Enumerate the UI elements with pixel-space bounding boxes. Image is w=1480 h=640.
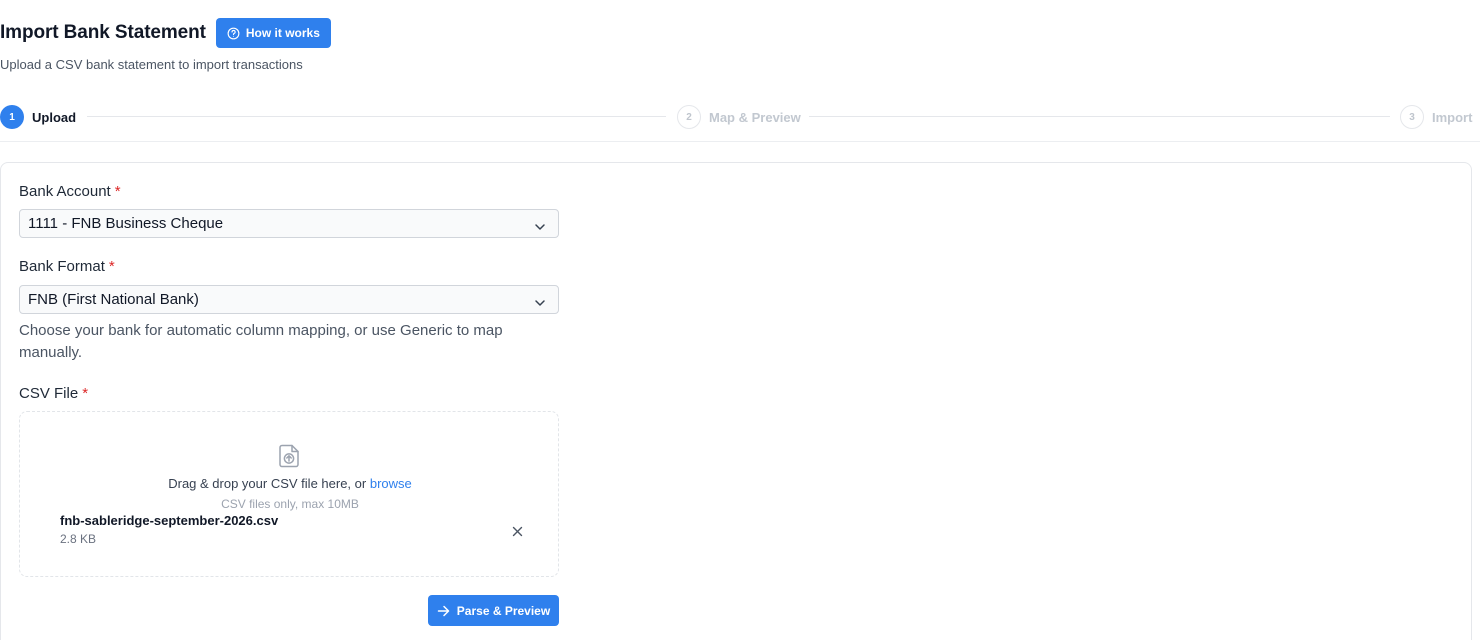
how-it-works-button[interactable]: How it works	[215, 18, 331, 48]
question-circle-icon	[227, 27, 240, 40]
step-label: Upload	[32, 109, 77, 125]
parse-preview-button[interactable]: Parse & Preview	[428, 595, 559, 626]
chevron-down-icon	[534, 219, 546, 230]
required-marker: *	[114, 183, 121, 200]
header-divider	[0, 141, 1480, 142]
arrow-right-icon	[437, 605, 450, 617]
import-bank-statement-page: Import Bank Statement How it works Uploa…	[0, 0, 1480, 640]
how-it-works-label: How it works	[245, 26, 320, 40]
page-subtitle: Upload a CSV bank statement to import tr…	[0, 57, 303, 72]
browse-link[interactable]: browse	[370, 476, 412, 491]
chevron-down-icon	[534, 295, 546, 306]
bank-account-value: 1111 - FNB Business Cheque	[28, 215, 224, 232]
bank-format-help: Choose your bank for automatic column ma…	[19, 322, 503, 361]
close-icon	[512, 526, 522, 536]
parse-preview-label: Parse & Preview	[456, 603, 551, 618]
page-title: Import Bank Statement	[0, 22, 206, 43]
step-number: 3	[1400, 105, 1424, 129]
step-import[interactable]: 3 Import	[1400, 104, 1472, 130]
bank-format-label: Bank Format *	[19, 258, 115, 275]
step-number: 2	[677, 105, 701, 129]
dropzone-instructions: Drag & drop your CSV file here, or brows…	[168, 476, 412, 491]
step-connector	[809, 116, 1390, 117]
step-label: Map & Preview	[709, 109, 801, 125]
bank-account-select[interactable]: 1111 - FNB Business Cheque	[19, 209, 559, 238]
remove-file-button[interactable]	[508, 522, 526, 540]
dropzone-hint: CSV files only, max 10MB	[221, 497, 359, 511]
file-upload-icon	[276, 443, 302, 469]
import-stepper: 1 Upload 2 Map & Preview 3 Import	[0, 104, 1480, 130]
step-label: Import	[1432, 109, 1473, 125]
selected-file-name: fnb-sableridge-september-2026.csv	[60, 513, 279, 528]
bank-format-value: FNB (First National Bank)	[28, 291, 199, 308]
step-map-preview[interactable]: 2 Map & Preview	[677, 104, 801, 130]
csv-dropzone[interactable]: Drag & drop your CSV file here, or brows…	[19, 411, 559, 577]
step-connector	[87, 116, 666, 117]
bank-format-select[interactable]: FNB (First National Bank)	[19, 285, 559, 314]
bank-account-label: Bank Account *	[19, 183, 121, 200]
page-header: Import Bank Statement How it works	[0, 18, 331, 48]
required-marker: *	[82, 385, 89, 402]
step-upload[interactable]: 1 Upload	[0, 104, 76, 130]
required-marker: *	[108, 258, 115, 275]
csv-file-label: CSV File *	[19, 385, 89, 402]
selected-file-size: 2.8 KB	[60, 532, 97, 546]
step-number: 1	[0, 105, 24, 129]
